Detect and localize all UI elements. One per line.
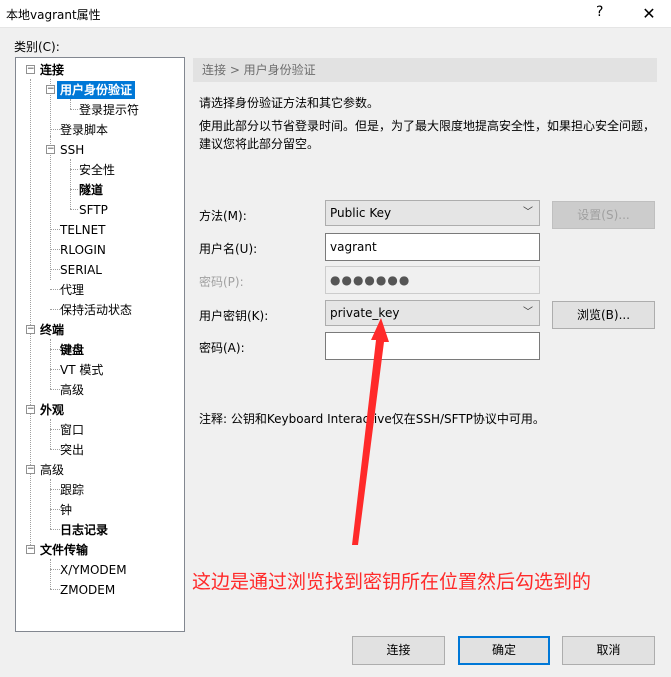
connect-button[interactable]: 连接 [352, 636, 445, 665]
ok-button[interactable]: 确定 [458, 636, 550, 665]
annotation-text: 这边是通过浏览找到密钥所在位置然后勾选到的 [192, 571, 592, 593]
cancel-button[interactable]: 取消 [562, 636, 655, 665]
